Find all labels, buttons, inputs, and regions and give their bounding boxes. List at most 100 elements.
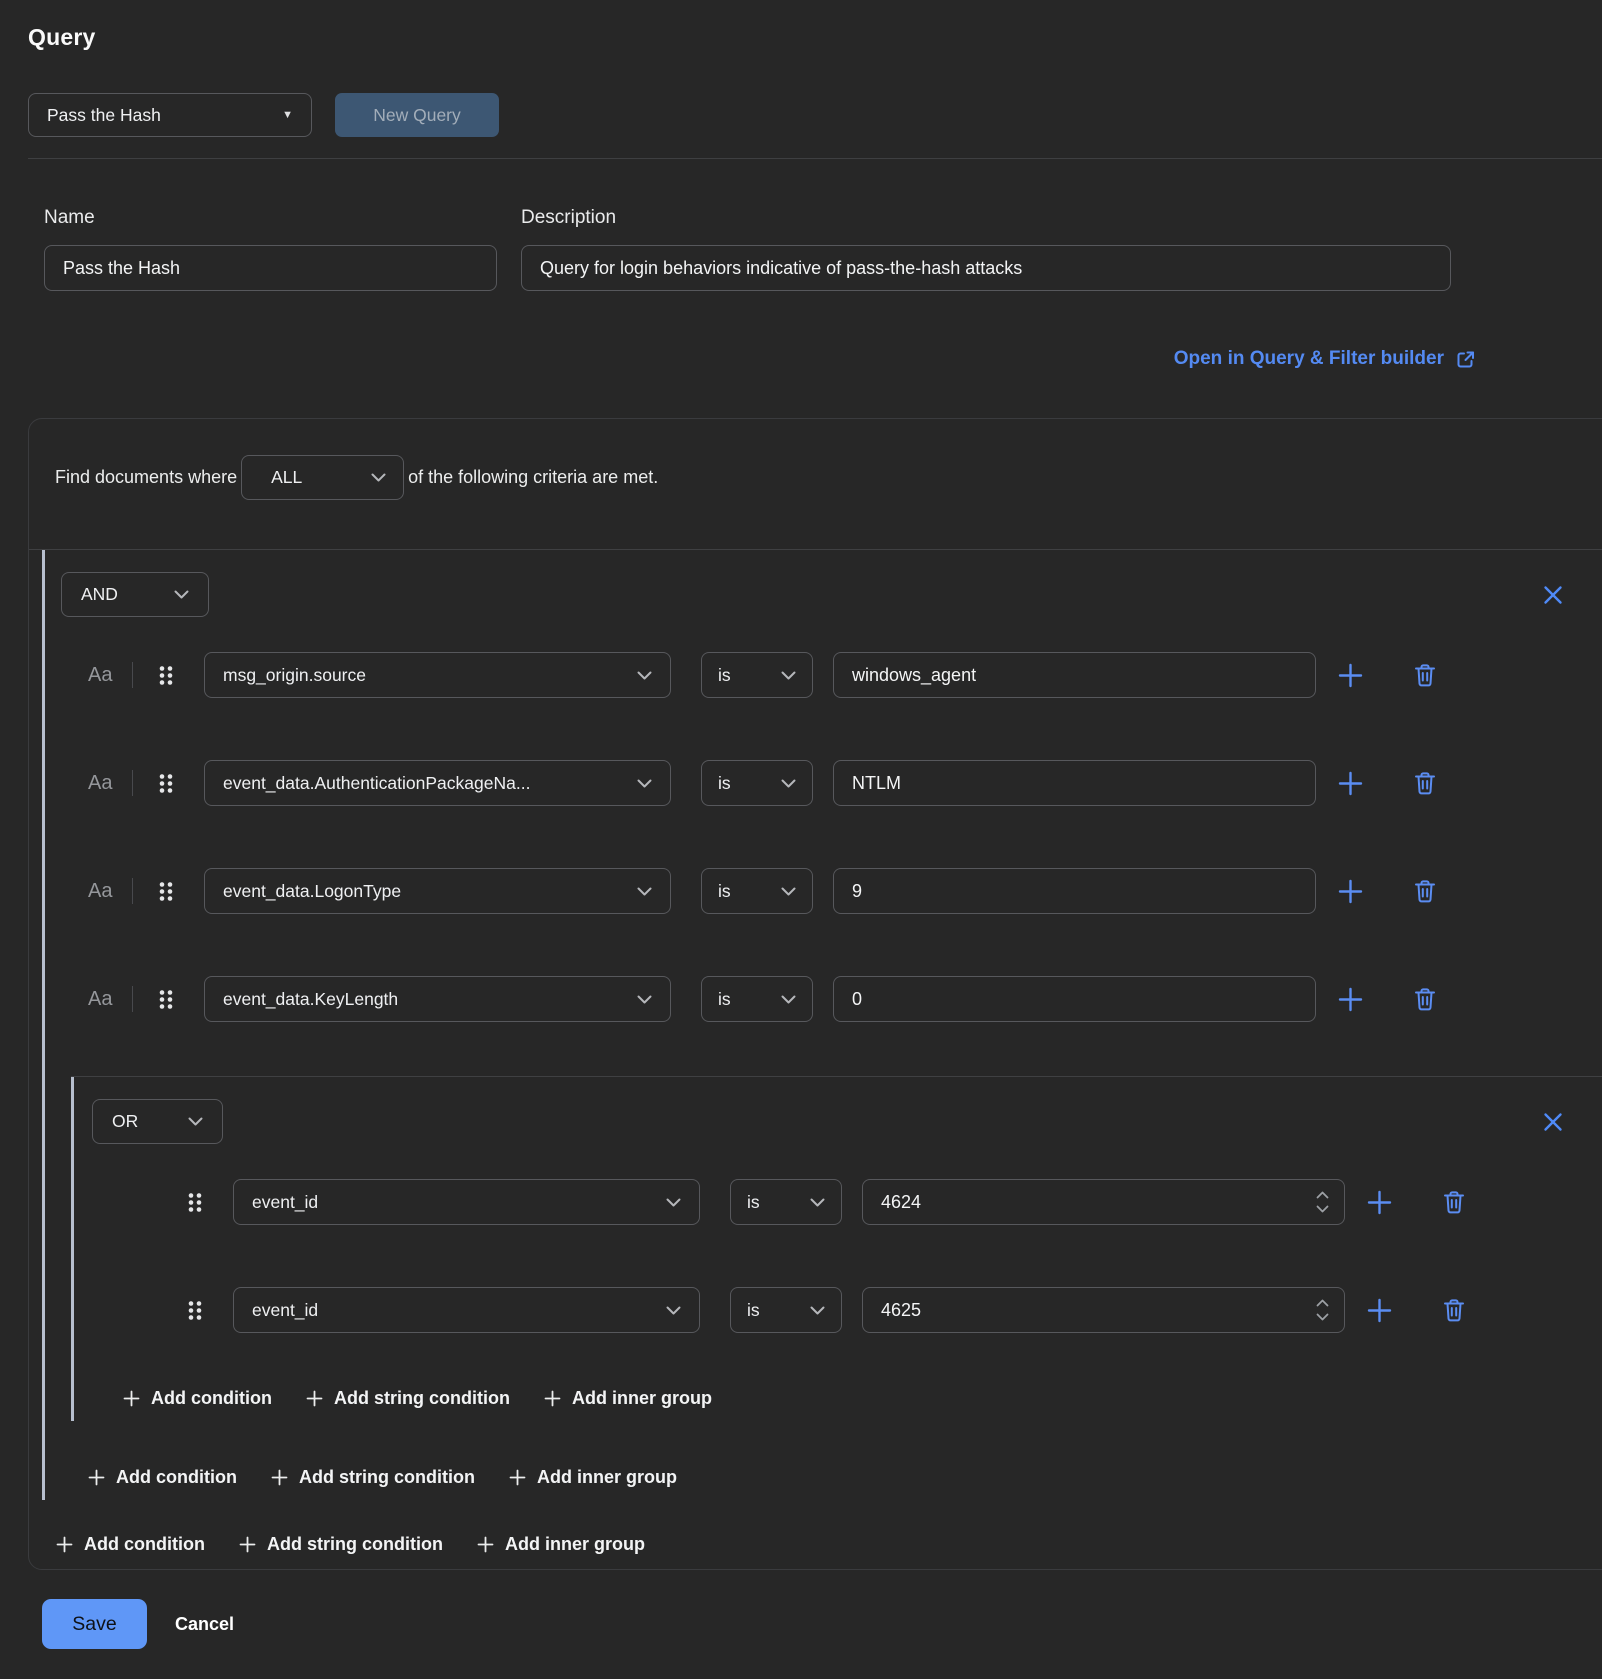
delete-condition-button[interactable] xyxy=(1413,662,1437,688)
condition-row: Aa event_data.LogonType is xyxy=(29,868,1602,914)
plus-icon xyxy=(1337,770,1364,797)
plus-icon xyxy=(239,1536,256,1553)
group-operator-value: OR xyxy=(112,1111,138,1132)
field-select-value: event_data.AuthenticationPackageNa... xyxy=(223,773,530,794)
field-select[interactable]: event_data.AuthenticationPackageNa... xyxy=(204,760,671,806)
plus-icon xyxy=(88,1469,105,1486)
delete-condition-button[interactable] xyxy=(1413,878,1437,904)
group-operator-select[interactable]: OR xyxy=(92,1099,223,1144)
add-condition-button[interactable]: Add condition xyxy=(56,1534,205,1555)
header-divider xyxy=(28,158,1602,159)
add-string-condition-button[interactable]: Add string condition xyxy=(271,1467,475,1488)
root-add-row: Add condition Add string condition Add i… xyxy=(56,1534,1602,1555)
field-select-value: event_id xyxy=(252,1300,318,1321)
string-type-icon: Aa xyxy=(88,772,124,795)
open-builder-link[interactable]: Open in Query & Filter builder xyxy=(1174,348,1476,370)
add-sibling-button[interactable] xyxy=(1337,878,1364,905)
delete-condition-button[interactable] xyxy=(1442,1189,1466,1215)
operator-select[interactable]: is xyxy=(701,652,813,698)
query-toolbar: Pass the Hash ▼ New Query xyxy=(28,93,1602,137)
caret-down-icon: ▼ xyxy=(282,109,293,121)
delete-condition-button[interactable] xyxy=(1413,770,1437,796)
plus-icon xyxy=(56,1536,73,1553)
row-divider xyxy=(132,770,133,796)
add-inner-group-button[interactable]: Add inner group xyxy=(509,1467,677,1488)
remove-group-button[interactable] xyxy=(1542,584,1564,606)
chevron-down-icon xyxy=(781,887,796,896)
add-sibling-button[interactable] xyxy=(1366,1189,1393,1216)
drag-handle-icon[interactable] xyxy=(159,773,173,794)
field-select[interactable]: event_data.KeyLength xyxy=(204,976,671,1022)
trash-icon xyxy=(1413,986,1437,1012)
value-input[interactable] xyxy=(833,760,1316,806)
trash-icon xyxy=(1413,770,1437,796)
group-operator-value: AND xyxy=(81,584,118,605)
operator-select[interactable]: is xyxy=(730,1179,842,1225)
add-string-condition-button[interactable]: Add string condition xyxy=(239,1534,443,1555)
find-documents-row: Find documents where ALL of the followin… xyxy=(29,455,1602,500)
plus-icon xyxy=(123,1390,140,1407)
add-sibling-button[interactable] xyxy=(1337,662,1364,689)
add-condition-button[interactable]: Add condition xyxy=(123,1388,272,1409)
find-prefix: Find documents where xyxy=(55,467,237,488)
plus-icon xyxy=(1337,662,1364,689)
description-input[interactable] xyxy=(521,245,1451,291)
new-query-button[interactable]: New Query xyxy=(335,93,499,137)
add-condition-label: Add condition xyxy=(84,1534,205,1555)
plus-icon xyxy=(1366,1189,1393,1216)
add-sibling-button[interactable] xyxy=(1337,986,1364,1013)
drag-handle-icon[interactable] xyxy=(188,1300,202,1321)
remove-group-button[interactable] xyxy=(1542,1111,1564,1133)
value-input[interactable] xyxy=(862,1287,1345,1333)
delete-condition-button[interactable] xyxy=(1413,986,1437,1012)
group-operator-select[interactable]: AND xyxy=(61,572,209,617)
add-sibling-button[interactable] xyxy=(1366,1297,1393,1324)
operator-select-value: is xyxy=(718,665,731,686)
plus-icon xyxy=(477,1536,494,1553)
delete-condition-button[interactable] xyxy=(1442,1297,1466,1323)
operator-select[interactable]: is xyxy=(701,868,813,914)
field-select-value: event_data.KeyLength xyxy=(223,989,398,1010)
trash-icon xyxy=(1442,1297,1466,1323)
operator-select[interactable]: is xyxy=(701,760,813,806)
save-button[interactable]: Save xyxy=(42,1599,147,1649)
operator-select-value: is xyxy=(718,989,731,1010)
field-select[interactable]: event_id xyxy=(233,1179,700,1225)
value-input[interactable] xyxy=(862,1179,1345,1225)
operator-select-value: is xyxy=(718,773,731,794)
field-select-value: event_data.LogonType xyxy=(223,881,401,902)
number-stepper[interactable] xyxy=(1316,1191,1329,1213)
add-inner-group-button[interactable]: Add inner group xyxy=(477,1534,645,1555)
name-input[interactable] xyxy=(44,245,497,291)
add-inner-group-button[interactable]: Add inner group xyxy=(544,1388,712,1409)
add-condition-button[interactable]: Add condition xyxy=(88,1467,237,1488)
value-input[interactable] xyxy=(833,976,1316,1022)
add-string-condition-button[interactable]: Add string condition xyxy=(306,1388,510,1409)
chevron-down-icon xyxy=(637,995,652,1004)
match-type-value: ALL xyxy=(271,467,302,488)
drag-handle-icon[interactable] xyxy=(159,989,173,1010)
value-input[interactable] xyxy=(833,652,1316,698)
operator-select[interactable]: is xyxy=(730,1287,842,1333)
cancel-button[interactable]: Cancel xyxy=(175,1614,234,1635)
add-inner-group-label: Add inner group xyxy=(572,1388,712,1409)
value-input[interactable] xyxy=(833,868,1316,914)
field-select-value: event_id xyxy=(252,1192,318,1213)
number-stepper[interactable] xyxy=(1316,1299,1329,1321)
field-select[interactable]: msg_origin.source xyxy=(204,652,671,698)
and-group: AND Aa msg_origin.source is xyxy=(29,549,1602,1500)
drag-handle-icon[interactable] xyxy=(188,1192,202,1213)
drag-handle-icon[interactable] xyxy=(159,881,173,902)
saved-query-select[interactable]: Pass the Hash ▼ xyxy=(28,93,312,137)
operator-select[interactable]: is xyxy=(701,976,813,1022)
add-sibling-button[interactable] xyxy=(1337,770,1364,797)
name-label: Name xyxy=(44,207,497,229)
match-type-select[interactable]: ALL xyxy=(241,455,404,500)
chevron-down-icon xyxy=(371,473,386,482)
field-select[interactable]: event_id xyxy=(233,1287,700,1333)
field-select[interactable]: event_data.LogonType xyxy=(204,868,671,914)
condition-row: event_id is xyxy=(71,1287,1602,1333)
add-string-condition-label: Add string condition xyxy=(334,1388,510,1409)
x-icon xyxy=(1542,584,1564,606)
drag-handle-icon[interactable] xyxy=(159,665,173,686)
